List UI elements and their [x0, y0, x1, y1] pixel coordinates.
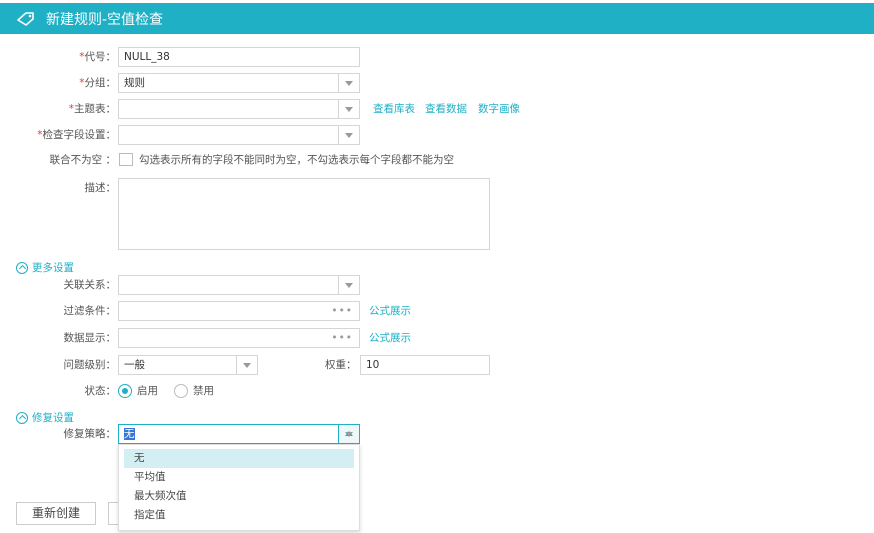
chevron-down-icon[interactable] [338, 126, 359, 144]
collapse-icon [16, 411, 28, 424]
strategy-option[interactable]: 指定值 [124, 506, 354, 525]
data-display-input[interactable]: ••• [118, 328, 360, 348]
status-enabled-label[interactable]: 启用 [137, 381, 158, 401]
strategy-option[interactable]: 平均值 [124, 468, 354, 487]
level-label: 问题级别： [63, 359, 117, 371]
status-enabled-radio[interactable] [118, 384, 132, 398]
filter-label: 过滤条件： [63, 305, 117, 317]
strategy-dropdown: 无 平均值 最大频次值 指定值 [118, 444, 360, 531]
relation-label: 关联关系： [63, 279, 117, 291]
filter-formula-link[interactable]: 公式展示 [369, 301, 411, 321]
weight-input[interactable]: 10 [360, 355, 490, 375]
more-icon[interactable]: ••• [331, 329, 353, 347]
weight-label: 权重： [325, 359, 357, 371]
strategy-option[interactable]: 无 [124, 449, 354, 468]
status-label: 状态： [84, 385, 117, 397]
recreate-button[interactable]: 重新创建 [16, 502, 96, 525]
chevron-down-icon[interactable] [338, 74, 359, 92]
digital-profile-link[interactable]: 数字画像 [478, 99, 520, 119]
chevron-down-icon[interactable] [236, 356, 257, 374]
strategy-option[interactable]: 最大频次值 [124, 487, 354, 506]
check-field-select[interactable] [118, 125, 360, 145]
data-display-formula-link[interactable]: 公式展示 [369, 328, 411, 348]
filter-input[interactable]: ••• [118, 301, 360, 321]
more-icon[interactable]: ••• [331, 302, 353, 320]
description-textarea[interactable] [118, 178, 490, 250]
chevron-up-icon[interactable] [338, 425, 359, 443]
group-select[interactable]: 规则 [118, 73, 360, 93]
subject-table-select[interactable] [118, 99, 360, 119]
collapse-icon [16, 261, 28, 274]
group-label: *分组： [79, 77, 116, 89]
dialog-header: 新建规则-空值检查 [0, 3, 874, 34]
joint-not-null-label: 联合不为空 ： [49, 154, 116, 166]
code-label: *代号： [79, 51, 116, 63]
status-disabled-label[interactable]: 禁用 [193, 381, 214, 401]
strategy-label: 修复策略： [63, 428, 117, 440]
status-disabled-radio[interactable] [174, 384, 188, 398]
check-field-label: *检查字段设置： [37, 129, 116, 141]
subject-table-label: *主题表： [68, 103, 116, 115]
joint-not-null-checkbox[interactable] [119, 153, 133, 166]
chevron-down-icon[interactable] [338, 276, 359, 294]
tag-icon [17, 11, 34, 26]
more-settings-toggle[interactable]: 更多设置 [16, 260, 74, 275]
description-label: 描述： [84, 182, 117, 194]
strategy-select[interactable]: 无 [118, 424, 360, 444]
view-data-link[interactable]: 查看数据 [425, 99, 467, 119]
data-display-label: 数据显示： [63, 332, 117, 344]
joint-not-null-hint: 勾选表示所有的字段不能同时为空，不勾选表示每个字段都不能为空 [139, 154, 454, 166]
code-input[interactable]: NULL_38 [118, 47, 360, 67]
page-title: 新建规则-空值检查 [46, 11, 164, 28]
repair-settings-toggle[interactable]: 修复设置 [16, 410, 74, 425]
relation-select[interactable] [118, 275, 360, 295]
level-select[interactable]: 一般 [118, 355, 258, 375]
view-table-link[interactable]: 查看库表 [373, 99, 415, 119]
chevron-down-icon[interactable] [338, 100, 359, 118]
